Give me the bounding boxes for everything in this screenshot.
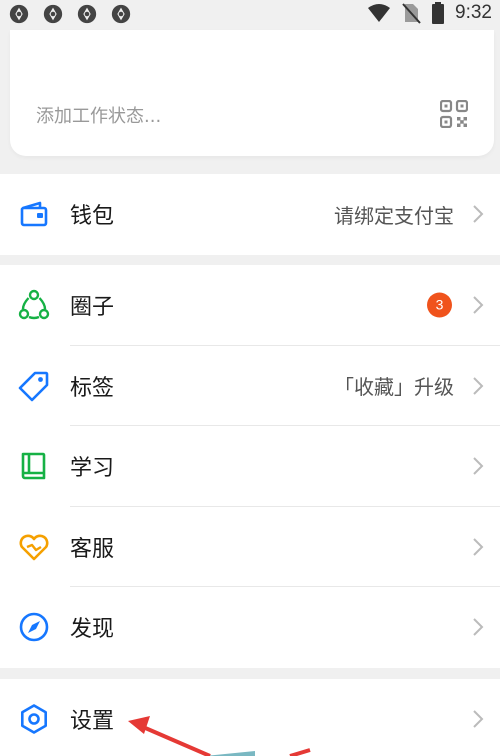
tags-status-text: 「收藏」升级 [334, 375, 454, 400]
menu-item-label: 钱包 [70, 204, 115, 230]
menu-item-service[interactable]: 客服 [0, 507, 500, 587]
gear-icon [21, 704, 47, 735]
chevron-right-icon [473, 618, 484, 636]
status-left-icons [8, 3, 132, 25]
notification-badge: 3 [427, 292, 452, 318]
app-notification-icon [77, 4, 97, 24]
chevron-right-icon [473, 710, 484, 728]
no-sim-icon [402, 3, 421, 24]
status-bar: 9:32 [0, 0, 500, 30]
menu-item-study[interactable]: 学习 [0, 426, 500, 507]
profile-card: 添加工作状态... [10, 30, 494, 156]
menu-item-wallet[interactable]: 钱包 请绑定支付宝 [0, 174, 500, 255]
menu-item-settings[interactable]: 设置 [0, 679, 500, 756]
chevron-right-icon [473, 377, 484, 395]
chevron-right-icon [473, 205, 484, 223]
chevron-right-icon [473, 296, 484, 314]
wallet-section: 钱包 请绑定支付宝 [0, 174, 500, 255]
customer-service-icon [19, 534, 49, 561]
menu-item-circle[interactable]: 圈子 3 [0, 265, 500, 346]
chevron-right-icon [473, 457, 484, 475]
app-notification-icon [43, 4, 63, 24]
menu-item-tags[interactable]: 标签 「收藏」升级 [0, 346, 500, 426]
compass-icon [19, 612, 49, 642]
chevron-right-icon [473, 538, 484, 556]
battery-icon [432, 2, 445, 24]
wallet-icon [20, 201, 48, 227]
app-notification-icon [111, 4, 131, 24]
menu-item-label: 学习 [70, 456, 115, 482]
app-notification-icon [9, 4, 29, 24]
settings-section: 设置 [0, 679, 500, 756]
menu-item-label: 圈子 [70, 295, 115, 321]
menu-item-discover[interactable]: 发现 [0, 587, 500, 668]
wallet-status-text: 请绑定支付宝 [334, 203, 454, 228]
menu-item-label: 客服 [70, 536, 115, 562]
wifi-icon [368, 4, 391, 22]
tag-icon [18, 371, 49, 402]
menu-item-label: 设置 [70, 709, 115, 735]
book-icon [21, 452, 46, 480]
main-menu-section: 圈子 3 标签 「收藏」升级 学习 客服 发现 [0, 265, 500, 668]
menu-item-label: 发现 [70, 617, 115, 643]
work-status-button[interactable]: 添加工作状态... [36, 102, 161, 128]
status-right-icons: 9:32 [367, 2, 492, 24]
circle-group-icon [18, 290, 50, 320]
qr-code-icon[interactable] [440, 100, 468, 128]
menu-item-label: 标签 [70, 375, 115, 401]
clock: 9:32 [455, 2, 492, 23]
